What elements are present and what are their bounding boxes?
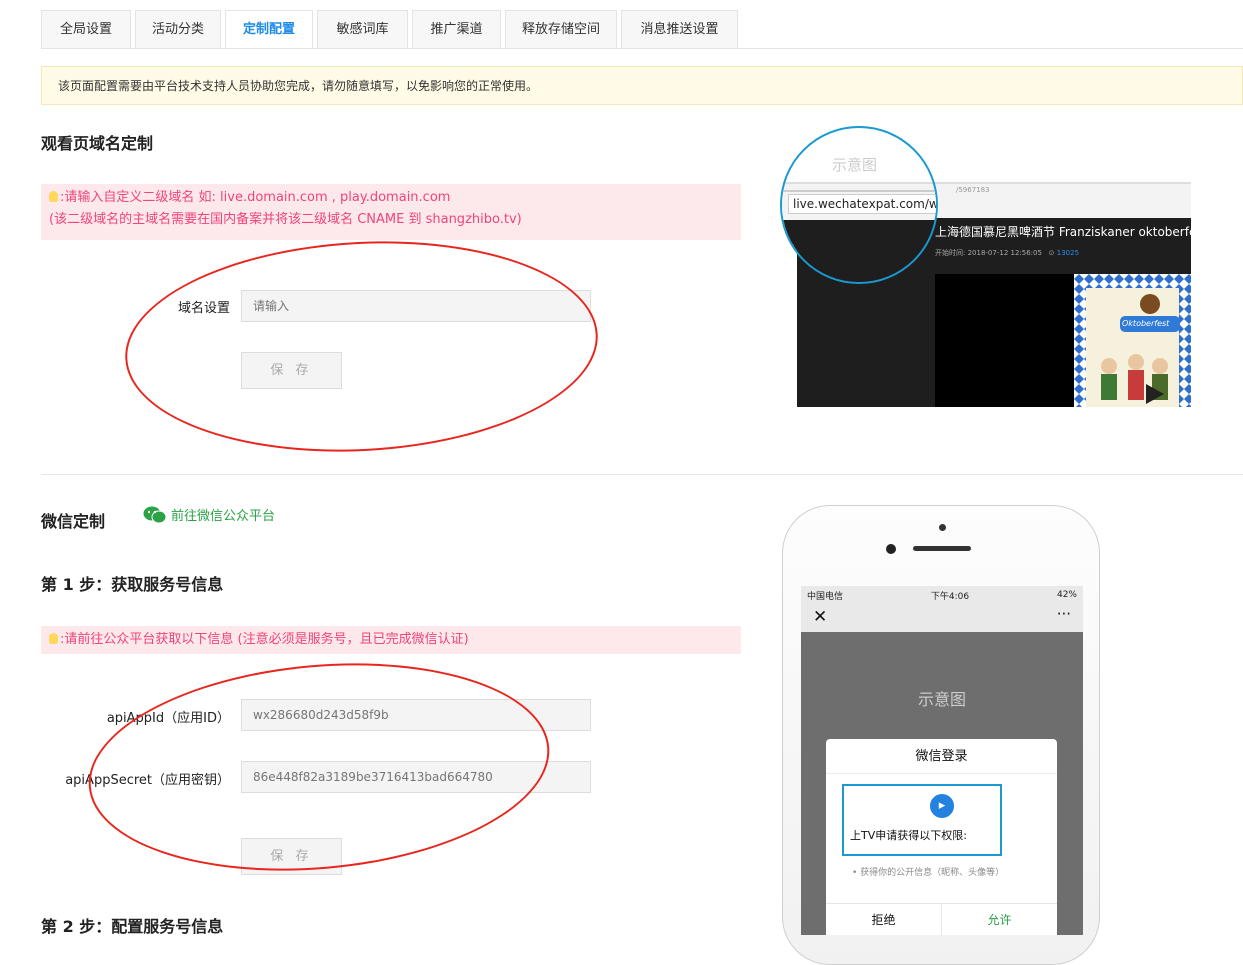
video-player bbox=[935, 274, 1075, 407]
domain-section-title: 观看页域名定制 bbox=[41, 134, 154, 153]
close-icon[interactable]: ✕ bbox=[813, 607, 827, 627]
eye-icon: ⊙ bbox=[1048, 249, 1055, 257]
phone-caption: 示意图 bbox=[917, 690, 966, 709]
tab-push-settings[interactable]: 消息推送设置 bbox=[621, 10, 738, 48]
step2-title: 第 2 步：配置服务号信息 bbox=[41, 917, 224, 936]
annotation-circle-url: 示意图 live.wechatexpat.com/w bbox=[780, 126, 938, 284]
zoomed-url-field: live.wechatexpat.com/w bbox=[788, 194, 938, 214]
tabs-divider bbox=[41, 48, 1243, 49]
status-bar: 中国电信 下午4:06 42% bbox=[801, 586, 1083, 604]
domain-input[interactable] bbox=[241, 290, 591, 322]
domain-field-label: 域名设置 bbox=[177, 301, 230, 316]
dialog-title: 微信登录 bbox=[826, 739, 1057, 774]
domain-tip: :请输入自定义二级域名 如: live.domain.com , play.do… bbox=[41, 184, 741, 240]
permission-text: 获得你的公开信息（昵称、头像等） bbox=[860, 868, 1005, 878]
oktoberfest-poster: Oktoberfest bbox=[1074, 274, 1191, 407]
tab-release-storage[interactable]: 释放存储空间 bbox=[505, 10, 617, 48]
tab-promotion-channels[interactable]: 推广渠道 bbox=[412, 10, 501, 48]
warning-notice: 该页面配置需要由平台技术支持人员协助您完成，请勿随意填写，以免影响您的正常使用。 bbox=[41, 66, 1243, 105]
wechat-tip-text: :请前往公众平台获取以下信息 (注意必须是服务号，且已完成微信认证) bbox=[60, 632, 469, 647]
tab-custom-config[interactable]: 定制配置 bbox=[225, 10, 313, 49]
wechat-link-label[interactable]: 前往微信公众平台 bbox=[171, 505, 275, 524]
phone-screen: 中国电信 下午4:06 42% ✕ ··· 示意图 微信登录 ▸ 上TV申请获得… bbox=[801, 586, 1083, 935]
tab-sensitive-words[interactable]: 敏感词库 bbox=[317, 10, 408, 48]
wechat-platform-link[interactable]: 前往微信公众平台 bbox=[143, 505, 275, 524]
domain-tip-line2: (该二级域名的主域名需要在国内备案并将该二级域名 CNAME 到 shangzh… bbox=[49, 212, 522, 227]
annotation-oval-domain bbox=[119, 229, 604, 464]
lightbulb-icon bbox=[49, 191, 58, 202]
phone-sensor bbox=[939, 524, 946, 531]
poster-text: Oktoberfest bbox=[1122, 319, 1170, 328]
event-title: 上海德国慕尼黑啤酒节 Franziskaner oktoberfest bbox=[935, 225, 1208, 239]
tab-global-settings[interactable]: 全局设置 bbox=[41, 10, 131, 48]
appid-label: apiAppId（应用ID） bbox=[106, 711, 230, 726]
domain-tip-line1: :请输入自定义二级域名 如: live.domain.com , play.do… bbox=[60, 190, 451, 205]
battery: 42% bbox=[1056, 590, 1077, 600]
more-icon[interactable]: ··· bbox=[1057, 605, 1071, 623]
tab-activity-category[interactable]: 活动分类 bbox=[135, 10, 221, 48]
appid-input[interactable] bbox=[241, 699, 591, 731]
phone-nav-bar: ✕ ··· bbox=[801, 604, 1083, 632]
event-meta: 开始时间: 2018-07-12 12:56:05 ⊙ 13025 bbox=[935, 248, 1079, 258]
step1-title: 第 1 步：获取服务号信息 bbox=[41, 575, 224, 594]
tab-bar: 全局设置 活动分类 定制配置 敏感词库 推广渠道 释放存储空间 消息推送设置 bbox=[41, 10, 742, 49]
allow-button[interactable]: 允许 bbox=[942, 911, 1057, 928]
wechat-login-dialog: 微信登录 ▸ 上TV申请获得以下权限: • 获得你的公开信息（昵称、头像等） 拒… bbox=[826, 739, 1057, 935]
clock: 下午4:06 bbox=[930, 591, 970, 602]
wechat-icon bbox=[143, 506, 167, 523]
wechat-section-title: 微信定制 bbox=[41, 512, 106, 531]
wechat-tip: :请前往公众平台获取以下信息 (注意必须是服务号，且已完成微信认证) bbox=[41, 626, 741, 654]
viewer-count: 13025 bbox=[1056, 249, 1080, 257]
section-divider bbox=[41, 474, 1243, 475]
permission-request: 上TV申请获得以下权限: bbox=[850, 829, 967, 842]
deny-button[interactable]: 拒绝 bbox=[826, 911, 941, 928]
permission-highlight: ▸ 上TV申请获得以下权限: bbox=[842, 784, 1002, 856]
carrier: 中国电信 bbox=[807, 591, 844, 602]
appsecret-input[interactable] bbox=[241, 761, 591, 793]
preview-url: live.wechatexpat.com/w bbox=[793, 197, 938, 211]
appsecret-label: apiAppSecret（应用密钥） bbox=[65, 773, 230, 788]
zoomed-dark-area bbox=[782, 220, 936, 282]
url-suffix: /5967183 bbox=[956, 186, 990, 194]
lightbulb-icon bbox=[49, 633, 58, 644]
phone-camera bbox=[886, 544, 896, 554]
preview-caption: 示意图 bbox=[832, 156, 878, 174]
app-logo-icon: ▸ bbox=[930, 794, 954, 818]
start-time: 2018-07-12 12:56:05 bbox=[967, 249, 1042, 257]
wechat-save-button[interactable]: 保 存 bbox=[241, 838, 342, 875]
phone-speaker bbox=[913, 546, 971, 551]
start-label: 开始时间: bbox=[935, 249, 966, 257]
permission-item: • 获得你的公开信息（昵称、头像等） bbox=[852, 868, 1005, 878]
domain-save-button[interactable]: 保 存 bbox=[241, 352, 342, 389]
